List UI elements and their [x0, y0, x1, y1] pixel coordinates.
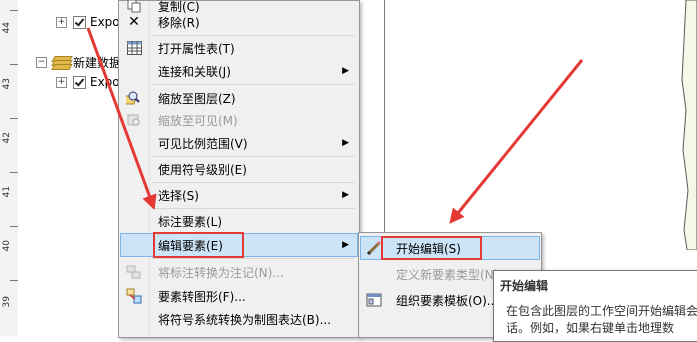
- annotation-box-start-editing: [381, 236, 482, 260]
- templates-icon: [366, 292, 382, 308]
- menu-separator: [152, 156, 355, 157]
- expand-toggle[interactable]: +: [56, 16, 67, 28]
- menu-item-label: 选择(S): [158, 188, 199, 203]
- collapse-toggle[interactable]: −: [36, 56, 47, 68]
- features-to-graphics-icon: [126, 288, 142, 304]
- toc-layer-row[interactable]: + Expo: [56, 74, 120, 90]
- menu-separator: [152, 208, 355, 209]
- submenu-arrow-icon: ▶: [342, 66, 349, 76]
- toc-group-row[interactable]: − 新建数据: [36, 54, 121, 70]
- map-polygon: [681, 0, 697, 250]
- layers-icon: [51, 55, 73, 70]
- table-of-contents: + Expo − 新建数据 + Expo: [18, 0, 123, 336]
- menu-separator: [152, 182, 355, 183]
- menu-item-remove[interactable]: ✕ 移除(R): [121, 11, 357, 33]
- submenu-arrow-icon: ▶: [342, 138, 349, 148]
- menu-item-selection[interactable]: 选择(S) ▶: [121, 184, 357, 206]
- ruler-tick: [10, 64, 18, 65]
- submenu-arrow-icon: ▶: [342, 240, 349, 250]
- visibility-checkbox[interactable]: [73, 15, 86, 29]
- menu-item-convert-labels-to-annotation: 将标注转换为注记(N)...: [121, 261, 357, 283]
- menu-item-open-attribute-table[interactable]: 打开属性表(T): [121, 37, 357, 59]
- menu-item-joins-relates[interactable]: 连接和关联(J) ▶: [121, 60, 357, 82]
- ruler-tick: [10, 118, 18, 119]
- remove-x-icon: ✕: [128, 14, 140, 30]
- menu-item-convert-symbology-to-representation[interactable]: 将符号系统转换为制图表达(B)...: [121, 308, 357, 330]
- menu-item-visible-scale-range[interactable]: 可见比例范围(V) ▶: [121, 132, 357, 154]
- tooltip-title: 开始编辑: [500, 279, 549, 293]
- tooltip-body: 在包含此图层的工作空间开始编辑会话。例如，如果右键单击地理数: [506, 304, 697, 335]
- menu-separator: [152, 258, 355, 259]
- table-icon: [126, 40, 142, 56]
- menu-item-label: 标注要素(L): [158, 214, 223, 229]
- menu-item-label: 连接和关联(J): [158, 64, 231, 79]
- menu-separator: [152, 35, 355, 36]
- expand-toggle[interactable]: +: [56, 76, 67, 88]
- menu-item-label: 缩放至可见(M): [158, 113, 238, 128]
- ruler-label: 42: [2, 132, 12, 144]
- annotation-box-edit-features: [153, 232, 244, 258]
- menu-item-label: 将符号系统转换为制图表达(B)...: [158, 312, 332, 327]
- menu-item-label: 要素转图形(F)...: [158, 289, 246, 304]
- ruler-tick: [10, 172, 18, 173]
- start-editing-tooltip: 开始编辑 在包含此图层的工作空间开始编辑会话。例如，如果右键单击地理数: [493, 270, 697, 342]
- ruler-label: 44: [2, 22, 12, 34]
- menu-item-label: 将标注转换为注记(N)...: [158, 265, 284, 280]
- visibility-checkbox[interactable]: [73, 75, 86, 89]
- menu-item-features-to-graphics[interactable]: 要素转图形(F)...: [121, 285, 357, 307]
- ruler-label: 41: [2, 186, 12, 198]
- annotation-arrow-to-start-editing: [449, 59, 584, 224]
- ruler-tick: [10, 280, 18, 281]
- menu-item-zoom-to-layer[interactable]: 缩放至图层(Z): [121, 87, 357, 109]
- ruler-tick: [10, 226, 18, 227]
- ruler-tick: [10, 10, 18, 11]
- menu-separator: [152, 84, 355, 85]
- convert-labels-icon: [126, 264, 142, 280]
- menu-item-label: 打开属性表(T): [158, 41, 235, 56]
- toc-layer-row[interactable]: + Expo: [56, 14, 120, 30]
- menu-item-zoom-to-visible: 缩放至可见(M): [121, 109, 357, 131]
- ruler-label: 40: [2, 240, 12, 252]
- ruler-label: 43: [2, 78, 12, 90]
- layer-name[interactable]: Expo: [90, 75, 120, 89]
- vertical-ruler: 44 43 42 41 40 39: [0, 0, 19, 336]
- menu-item-label-features[interactable]: 标注要素(L): [121, 210, 357, 232]
- group-name[interactable]: 新建数据: [73, 54, 121, 71]
- menu-item-label: 移除(R): [158, 15, 200, 30]
- layer-name[interactable]: Expo: [90, 15, 120, 29]
- menu-item-label: 使用符号级别(E): [158, 162, 247, 177]
- map-frame-border: [384, 0, 385, 232]
- zoom-to-layer-icon: [126, 90, 142, 106]
- menu-item-label: 可见比例范围(V): [158, 136, 248, 151]
- submenu-arrow-icon: ▶: [342, 190, 349, 200]
- ruler-label: 39: [2, 296, 12, 308]
- menu-item-label: 组织要素模板(O)...: [396, 293, 499, 308]
- layer-context-menu: 复制(C) ✕ 移除(R) 打开属性表(T) 连接和关联(J) ▶ 缩放至图层(…: [118, 0, 360, 338]
- pencil-icon: [366, 240, 382, 256]
- menu-item-use-symbol-levels[interactable]: 使用符号级别(E): [121, 158, 357, 180]
- menu-item-label: 缩放至图层(Z): [158, 91, 236, 106]
- zoom-to-visible-icon: [126, 112, 142, 128]
